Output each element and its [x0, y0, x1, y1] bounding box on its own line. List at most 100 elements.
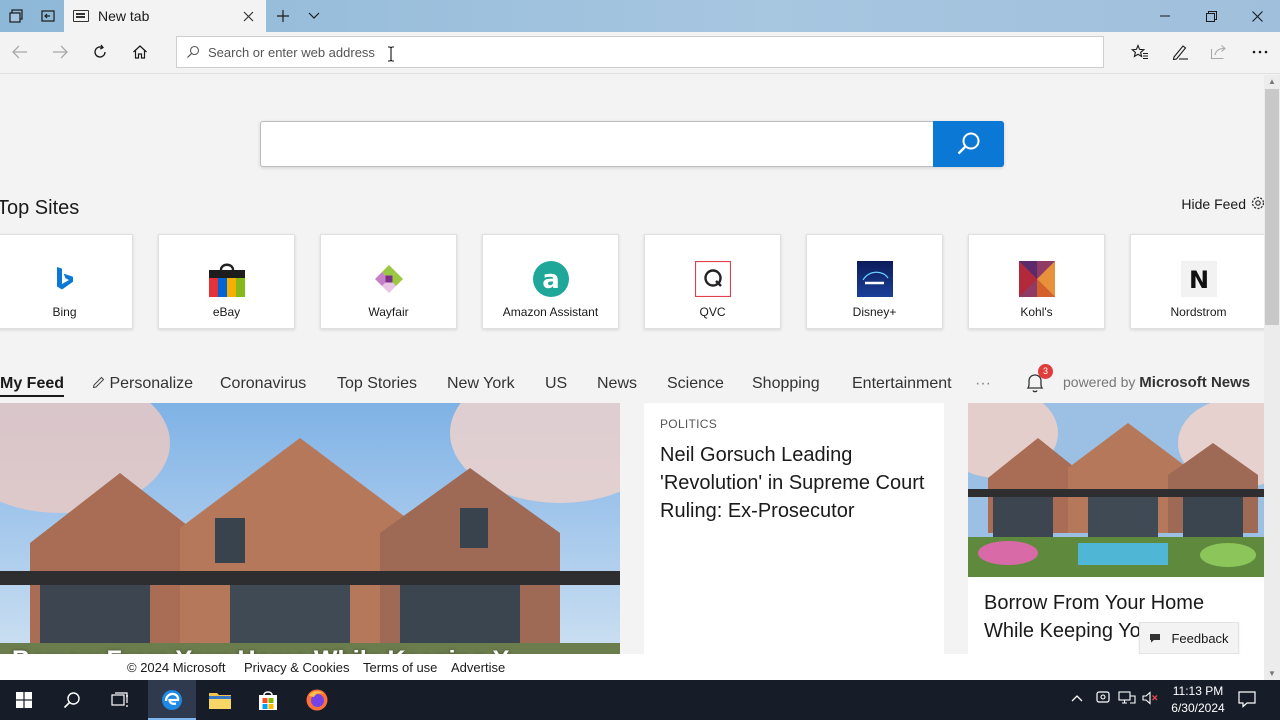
taskbar-search-button[interactable]	[48, 680, 96, 720]
refresh-icon	[94, 44, 106, 58]
taskbar-clock[interactable]: 11:13 PM 6/30/2024	[1160, 683, 1236, 717]
new-tab-page: Top Sites Hide Feed Bing eBay Wayfair a …	[0, 75, 1264, 654]
top-site-tile-ebay[interactable]: eBay	[158, 234, 295, 329]
taskbar-store-button[interactable]	[244, 680, 292, 720]
top-sites-heading: Top Sites	[0, 197, 80, 219]
tab-actions-icon[interactable]	[0, 0, 32, 32]
search-icon	[186, 45, 200, 59]
taskbar-file-explorer-button[interactable]	[196, 680, 244, 720]
top-site-tile-qvc[interactable]: QVC	[644, 234, 781, 329]
feed-tab-us[interactable]: US	[545, 375, 567, 393]
start-button[interactable]	[0, 680, 48, 720]
new-tab-plus-icon[interactable]	[267, 0, 299, 32]
feed-tab-coronavirus[interactable]: Coronavirus	[220, 375, 306, 393]
web-search-box[interactable]	[260, 121, 1004, 167]
page-scrollbar[interactable]: ▲ ▼	[1264, 75, 1280, 680]
share-button[interactable]	[1199, 32, 1239, 72]
feed-tab-new-york[interactable]: New York	[447, 375, 515, 393]
tab-new-tab[interactable]: New tab	[64, 0, 266, 32]
amazon-assistant-logo-icon: a	[532, 261, 569, 297]
taskbar-firefox-button[interactable]	[293, 680, 341, 720]
close-tab-icon[interactable]	[238, 6, 258, 26]
address-input[interactable]	[208, 44, 1088, 60]
favorites-star-icon	[1131, 44, 1148, 60]
feedback-icon	[1150, 634, 1161, 643]
search-icon	[957, 132, 979, 155]
top-site-tile-wayfair[interactable]: Wayfair	[320, 234, 457, 329]
text-cursor-icon	[388, 46, 394, 62]
feedback-button[interactable]: Feedback	[1139, 622, 1239, 654]
folder-icon	[209, 693, 231, 709]
top-site-label: Amazon Assistant	[502, 305, 599, 319]
scroll-up-arrow-icon[interactable]: ▲	[1268, 77, 1276, 86]
feed-tab-entertainment[interactable]: Entertainment	[852, 375, 952, 393]
forward-button[interactable]	[40, 32, 80, 72]
top-site-tile-amazon-assistant[interactable]: a Amazon Assistant	[482, 234, 619, 329]
address-bar[interactable]	[176, 36, 1104, 68]
search-icon	[63, 692, 80, 709]
feed-tabs-more-button[interactable]: ···	[975, 375, 991, 393]
back-arrow-icon	[12, 45, 27, 59]
show-hidden-icons-chevron[interactable]	[1071, 690, 1083, 705]
top-site-tile-bing[interactable]: Bing	[0, 234, 133, 329]
close-window-button[interactable]	[1234, 0, 1280, 32]
top-site-tile-nordstrom[interactable]: N Nordstrom	[1130, 234, 1264, 329]
feed-card-headline: Neil Gorsuch Leading 'Revolution' in Sup…	[660, 444, 925, 522]
feed-tab-top-stories[interactable]: Top Stories	[337, 375, 417, 393]
pencil-icon	[92, 376, 105, 389]
ellipsis-icon	[1252, 50, 1268, 54]
network-icon[interactable]	[1118, 691, 1136, 708]
clock-time: 11:13 PM	[1172, 684, 1224, 698]
set-tabs-aside-icon[interactable]	[32, 0, 64, 32]
more-menu-button[interactable]	[1240, 32, 1280, 72]
feed-card-category: POLITICS	[660, 417, 718, 431]
web-note-button[interactable]	[1160, 32, 1200, 72]
advertise-link[interactable]: Advertise	[451, 660, 505, 675]
feed-card-headline: Borrow From Your Home While Keeping Y	[12, 646, 509, 654]
svg-text:a: a	[542, 265, 560, 295]
feed-tab-news[interactable]: News	[597, 375, 637, 393]
gear-icon[interactable]	[1250, 195, 1264, 211]
terms-link[interactable]: Terms of use	[363, 660, 437, 675]
feed-tab-shopping[interactable]: Shopping	[752, 375, 820, 393]
svg-text:N: N	[1188, 266, 1208, 294]
top-site-label: Disney+	[852, 305, 897, 319]
minimize-button[interactable]	[1142, 0, 1188, 32]
windows-logo-icon	[16, 692, 32, 708]
task-view-button[interactable]	[96, 680, 144, 720]
feed-tab-personalize[interactable]: Personalize	[92, 375, 193, 393]
powered-by-text: powered by	[1063, 374, 1136, 390]
action-center-icon[interactable]	[1238, 690, 1256, 711]
scroll-down-arrow-icon[interactable]: ▼	[1268, 669, 1276, 678]
restore-button[interactable]	[1188, 0, 1234, 32]
ebay-bag-logo-icon	[208, 261, 245, 297]
wayfair-logo-icon	[371, 261, 407, 297]
volume-muted-icon[interactable]	[1142, 691, 1158, 708]
back-button[interactable]	[0, 32, 40, 72]
tab-preview-chevron-icon[interactable]	[298, 0, 330, 32]
top-site-tile-disney-plus[interactable]: Disney+	[806, 234, 943, 329]
privacy-link[interactable]: Privacy & Cookies	[244, 660, 349, 675]
hide-feed-link[interactable]: Hide Feed	[1181, 196, 1246, 212]
copyright-text: © 2024 Microsoft	[127, 660, 226, 675]
scrollbar-thumb[interactable]	[1265, 89, 1279, 325]
feed-card-home[interactable]: Borrow From Your Home While Keeping Yo	[968, 403, 1264, 654]
feed-tab-my-feed[interactable]: My Feed	[0, 375, 65, 397]
meet-now-icon[interactable]	[1096, 689, 1110, 708]
web-search-input[interactable]	[261, 122, 933, 166]
title-bar: New tab	[0, 0, 1280, 32]
top-site-tile-kohls[interactable]: Kohl's	[968, 234, 1105, 329]
feed-tab-science[interactable]: Science	[667, 375, 724, 393]
web-search-button[interactable]	[933, 121, 1004, 167]
taskbar-edge-button[interactable]	[148, 680, 196, 720]
clock-date: 6/30/2024	[1171, 701, 1225, 715]
refresh-button[interactable]	[80, 32, 120, 72]
feed-card-main[interactable]: Borrow From Your Home While Keeping Y	[0, 403, 620, 654]
home-icon	[133, 45, 147, 59]
favorites-button[interactable]	[1120, 32, 1160, 72]
firefox-logo-icon	[306, 689, 328, 711]
top-site-label: Nordstrom	[1170, 305, 1227, 319]
home-button[interactable]	[120, 32, 160, 72]
personalize-label: Personalize	[109, 375, 194, 392]
feed-card-politics[interactable]: POLITICS Neil Gorsuch Leading 'Revolutio…	[644, 403, 944, 654]
